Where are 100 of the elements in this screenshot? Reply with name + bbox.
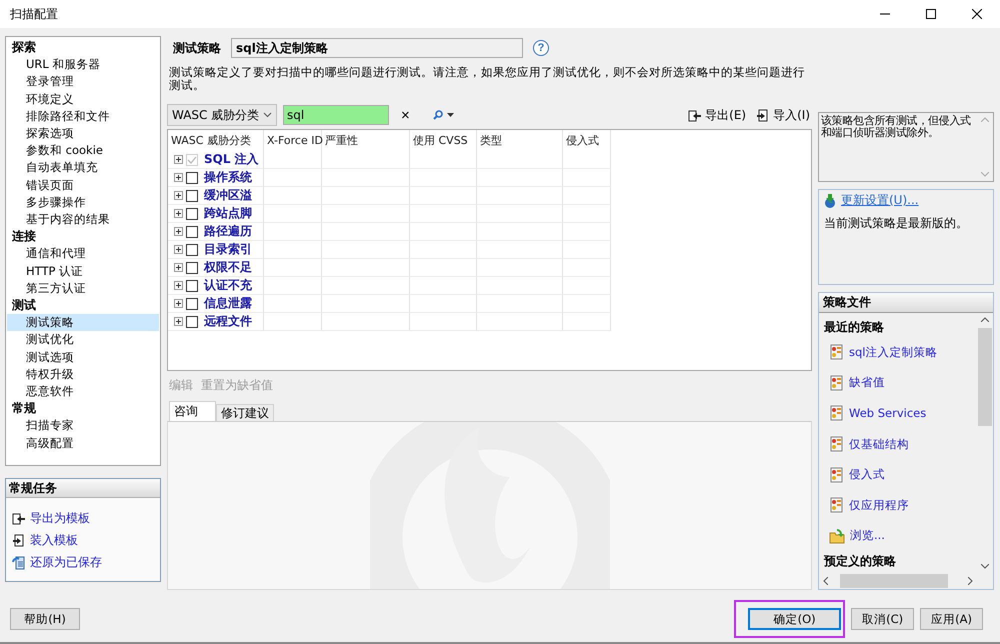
expand-icon[interactable] (174, 299, 183, 308)
expand-icon[interactable] (174, 191, 183, 200)
policy-link[interactable]: Web Services (824, 398, 926, 429)
tree-group[interactable]: 测试 (7, 297, 159, 314)
policy-file-icon (829, 436, 845, 452)
tree-item[interactable]: 通信和代理 (7, 245, 159, 263)
caret-icon (446, 113, 454, 117)
table-cell (563, 295, 611, 313)
policy-name-field[interactable]: sql注入定制策略 (231, 38, 523, 58)
help-button[interactable]: 帮助(H) (10, 608, 80, 630)
description-text: 测试策略定义了要对扫描中的哪些问题进行测试。请注意，如果您应用了测试优化，则不会对所选策略中的某些问题进行测试。 (168, 64, 806, 94)
summary-text: 该策略包含所有测试，但侵入式和端口侦听器测试除外。 (820, 113, 972, 141)
expand-icon[interactable] (174, 281, 183, 290)
expand-icon[interactable] (174, 245, 183, 254)
task-link[interactable]: 装入模板 (12, 532, 78, 549)
tree-item[interactable]: 排除路径和文件 (7, 108, 159, 126)
column-header[interactable]: 侵入式 (563, 130, 611, 151)
row-checkbox[interactable] (186, 208, 198, 220)
tree-item[interactable]: 探索选项 (7, 125, 159, 142)
table-cell (563, 205, 611, 223)
row-checkbox[interactable] (186, 262, 198, 274)
scrollbar-thumb[interactable] (840, 574, 948, 588)
policy-link[interactable]: 仅基础结构 (824, 428, 909, 460)
export-button[interactable]: 导出(E) (686, 106, 748, 124)
task-link[interactable]: 还原为已保存 (12, 554, 102, 571)
tree-item[interactable]: 环境定义 (7, 90, 159, 108)
scroll-right-icon[interactable] (968, 577, 973, 585)
policy-link[interactable]: 缺省值 (824, 368, 885, 398)
tree-item[interactable]: 第三方认证 (7, 280, 159, 298)
tab[interactable]: 咨询 (169, 401, 216, 421)
tree-item[interactable]: 高级配置 (7, 434, 159, 452)
column-header[interactable]: X-Force ID (264, 130, 322, 151)
tree-item[interactable]: 基于内容的结果 (7, 211, 159, 228)
policy-link[interactable]: sql注入定制策略 (824, 337, 938, 368)
policy-link[interactable]: 浏览... (824, 520, 885, 552)
tree-group[interactable]: 探索 (7, 39, 159, 56)
row-checkbox[interactable] (186, 190, 198, 202)
dialog-button[interactable]: 确定(O) (748, 608, 842, 630)
search-field[interactable]: sql (283, 105, 389, 125)
table-cell (410, 205, 477, 223)
expand-icon[interactable] (174, 317, 183, 326)
tree-item[interactable]: 自动表单填充 (7, 159, 159, 177)
tree-group[interactable]: 连接 (7, 228, 159, 246)
policy-link[interactable]: 侵入式 (824, 459, 885, 490)
tab[interactable]: 修订建议 (216, 404, 274, 421)
tree-item[interactable]: 测试策略 (7, 314, 159, 332)
expand-icon[interactable] (174, 173, 183, 182)
expand-icon[interactable] (174, 227, 183, 236)
tree-item[interactable]: 恶意软件 (7, 383, 159, 400)
table-cell (410, 223, 477, 241)
expand-icon[interactable] (174, 155, 183, 164)
table-cell (410, 169, 477, 187)
row-checkbox[interactable] (186, 226, 198, 238)
column-header[interactable]: 类型 (477, 130, 563, 151)
expand-icon[interactable] (174, 263, 183, 272)
export-icon (688, 108, 702, 122)
import-button[interactable]: 导入(I) (754, 106, 812, 124)
row-checkbox[interactable] (186, 280, 198, 292)
import-icon (12, 534, 26, 547)
tree-item[interactable]: 登录管理 (7, 73, 159, 91)
grouping-dropdown[interactable]: WASC 威胁分类 (167, 104, 277, 126)
threat-name: 远程文件 (204, 313, 252, 330)
tree-item[interactable]: 扫描专家 (7, 417, 159, 435)
tree-item[interactable]: 测试选项 (7, 348, 159, 366)
column-header[interactable]: 使用 CVSS (410, 130, 477, 151)
update-link[interactable]: 更新设置(U)... (824, 192, 919, 209)
dialog-button[interactable]: 应用(A) (920, 608, 983, 630)
tree-item[interactable]: 测试优化 (7, 331, 159, 349)
export-icon (12, 512, 26, 525)
tree-item[interactable]: URL 和服务器 (7, 56, 159, 74)
table-cell (410, 187, 477, 205)
tree-group[interactable]: 常规 (7, 400, 159, 418)
row-checkbox[interactable] (186, 244, 198, 256)
threat-name: 认证不充 (204, 277, 252, 294)
column-header[interactable]: 严重性 (322, 130, 410, 151)
column-header[interactable]: WASC 威胁分类 (168, 130, 264, 151)
tree-item[interactable]: 参数和 cookie (7, 142, 159, 160)
table-cell (563, 187, 611, 205)
scroll-up-icon[interactable] (981, 317, 989, 322)
tree-item[interactable]: 特权升级 (7, 366, 159, 384)
task-link[interactable]: 导出为模板 (12, 510, 90, 527)
expand-icon[interactable] (174, 209, 183, 218)
policy-file-icon (829, 405, 845, 422)
row-checkbox[interactable] (186, 172, 198, 184)
scroll-down-icon[interactable] (981, 564, 989, 569)
row-checkbox[interactable] (186, 298, 198, 310)
row-checkbox[interactable] (186, 316, 198, 328)
dialog-button[interactable]: 取消(C) (851, 608, 914, 630)
threat-name: 目录索引 (204, 241, 252, 258)
tree-item[interactable]: 错误页面 (7, 176, 159, 194)
help-button[interactable]: ? (533, 40, 549, 56)
scroll-left-icon[interactable] (823, 577, 828, 585)
import-icon (756, 108, 770, 122)
tree-item[interactable]: 多步骤操作 (7, 194, 159, 212)
tree-item[interactable]: HTTP 认证 (7, 262, 159, 280)
policy-link[interactable]: 仅应用程序 (824, 490, 909, 521)
field-label: 测试策略 (173, 40, 221, 56)
section-heading: 最近的策略 (824, 319, 885, 336)
clear-button[interactable]: × (397, 106, 414, 124)
scrollbar-thumb[interactable] (978, 328, 992, 426)
